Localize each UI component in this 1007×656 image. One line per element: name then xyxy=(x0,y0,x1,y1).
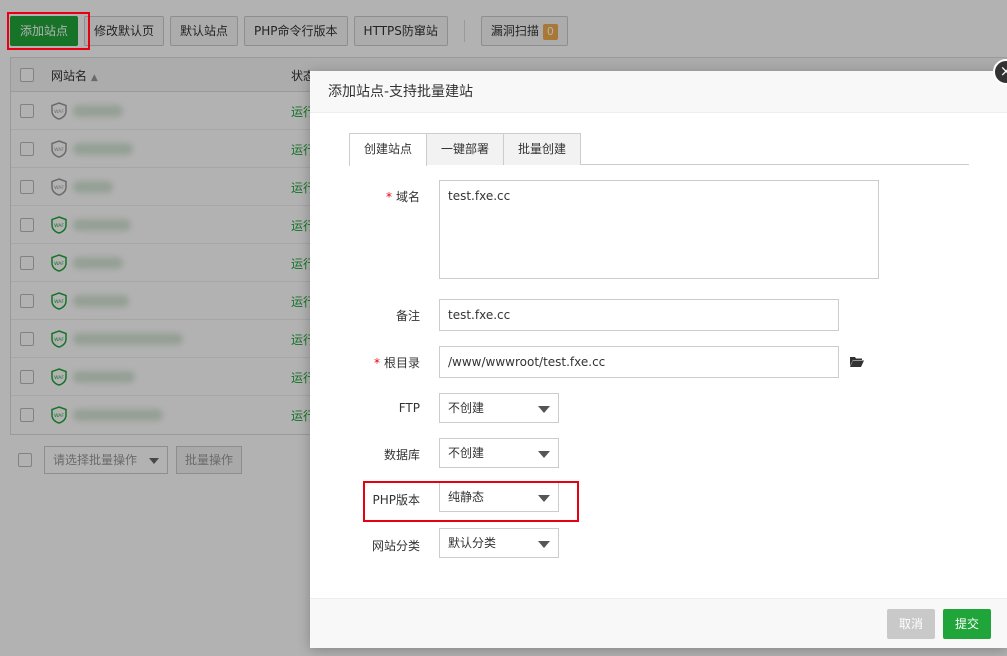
root-dir-label: * 根目录 xyxy=(373,356,420,370)
chevron-down-icon xyxy=(538,541,550,548)
ftp-label: FTP xyxy=(398,401,420,415)
tab-create-site[interactable]: 创建站点 xyxy=(349,133,428,166)
required-mark: * xyxy=(373,356,380,370)
root-dir-input[interactable]: /www/wwwroot/test.fxe.cc xyxy=(439,346,839,378)
domain-textarea[interactable]: test.fxe.cc xyxy=(439,180,879,279)
folder-open-icon[interactable] xyxy=(850,356,864,367)
dialog-tabs: 创建站点 一键部署 批量创建 xyxy=(349,133,969,166)
submit-button[interactable]: 提交 xyxy=(943,609,992,639)
remark-label: 备注 xyxy=(395,309,420,323)
database-select-value: 不创建 xyxy=(448,446,485,460)
highlight-add-site xyxy=(7,12,90,50)
ftp-select[interactable]: 不创建 xyxy=(439,393,559,423)
tab-one-click-deploy[interactable]: 一键部署 xyxy=(426,133,505,165)
site-category-label: 网站分类 xyxy=(371,539,420,553)
cancel-button[interactable]: 取消 xyxy=(887,609,936,639)
highlight-php-version xyxy=(363,481,579,522)
ftp-select-value: 不创建 xyxy=(448,401,485,415)
dialog-footer: 取消 提交 xyxy=(310,598,1007,648)
database-label: 数据库 xyxy=(383,448,420,462)
chevron-down-icon xyxy=(538,451,550,458)
site-category-select[interactable]: 默认分类 xyxy=(439,528,559,558)
domain-label: * 域名 xyxy=(385,190,420,204)
tab-batch-create[interactable]: 批量创建 xyxy=(503,133,582,165)
add-site-dialog: 添加站点-支持批量建站 × 创建站点 一键部署 批量创建 * 域名 test.fx… xyxy=(310,59,1007,648)
database-select[interactable]: 不创建 xyxy=(439,438,559,468)
site-category-select-value: 默认分类 xyxy=(448,536,497,550)
required-mark: * xyxy=(385,190,392,204)
dialog-title: 添加站点-支持批量建站 xyxy=(310,71,1007,113)
remark-input[interactable]: test.fxe.cc xyxy=(439,299,839,331)
chevron-down-icon xyxy=(538,406,550,413)
